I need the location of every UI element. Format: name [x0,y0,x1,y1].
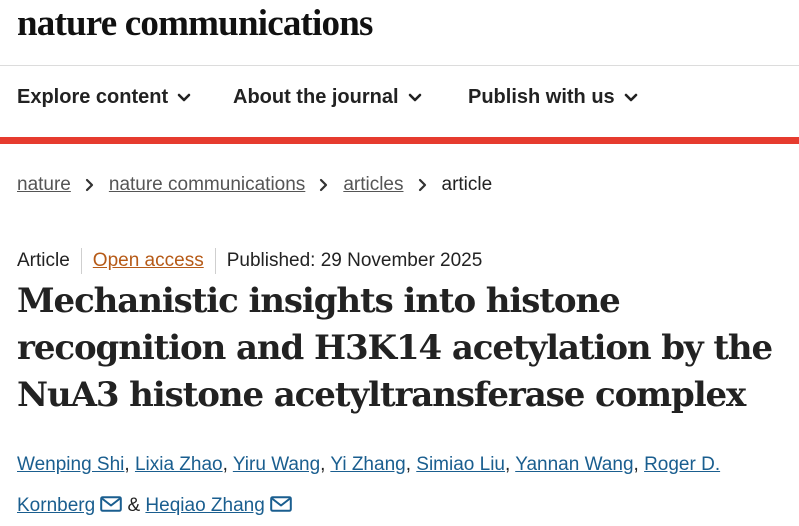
title-line: NuA3 histone acetyltransferase complex [17,375,746,415]
author-separator: , [504,454,511,475]
article-title: Mechanistic insights into histone recogni… [17,278,787,419]
article-meta: Article Open access Published: 29 Novemb… [17,248,482,274]
author-link[interactable]: Yiru Wang [233,454,320,475]
author-link[interactable]: Yannan Wang [515,454,633,475]
main-nav: Explore content About the journal Publis… [0,86,799,120]
mail-icon[interactable] [269,496,292,512]
chevron-right-icon [418,178,426,192]
breadcrumb-nature-communications[interactable]: nature communications [109,174,305,196]
author-link[interactable]: Wenping Shi [17,454,124,475]
chevron-right-icon [85,178,93,192]
author-separator: , [405,454,411,475]
title-line: Mechanistic insights into histone [17,281,621,321]
published-date: Published: 29 November 2025 [226,250,483,271]
nav-about-journal[interactable]: About the journal [233,86,422,109]
author-separator: , [124,454,130,475]
author-link[interactable]: Kornberg [17,495,95,516]
breadcrumb: nature nature communications articles ar… [17,174,492,196]
site-logo[interactable]: nature communications [17,2,373,45]
author-separator: , [633,454,639,475]
author-link[interactable]: Simiao Liu [416,454,505,475]
meta-divider [214,248,216,274]
author-link[interactable]: Yi Zhang [330,454,405,475]
open-access-link[interactable]: Open access [93,250,204,272]
author-link[interactable]: Roger D. [644,454,720,475]
article-type: Article [17,250,70,271]
author-list: Wenping Shi, Lixia Zhao, Yiru Wang, Yi Z… [17,444,792,526]
author-ampersand: & [127,495,141,516]
breadcrumb-current: article [441,174,493,195]
nav-explore-content[interactable]: Explore content [17,86,191,109]
header-divider [0,65,799,66]
author-link[interactable]: Lixia Zhao [135,454,223,475]
breadcrumb-nature[interactable]: nature [17,174,71,196]
chevron-down-icon [624,93,637,101]
mail-icon[interactable] [100,496,122,512]
chevron-down-icon [177,93,191,101]
nav-about-journal-label: About the journal [233,86,399,108]
author-separator: , [222,454,228,475]
nav-publish-with-us-label: Publish with us [468,86,615,108]
breadcrumb-articles[interactable]: articles [343,174,403,196]
chevron-right-icon [320,178,328,192]
title-line: recognition and H3K14 acetylation by the [17,328,773,368]
author-link[interactable]: Heqiao Zhang [145,495,264,516]
accent-bar [0,137,799,144]
meta-divider [80,248,82,274]
nav-explore-content-label: Explore content [17,86,169,108]
author-separator: , [320,454,326,475]
chevron-down-icon [408,93,421,101]
nav-publish-with-us[interactable]: Publish with us [468,86,638,109]
